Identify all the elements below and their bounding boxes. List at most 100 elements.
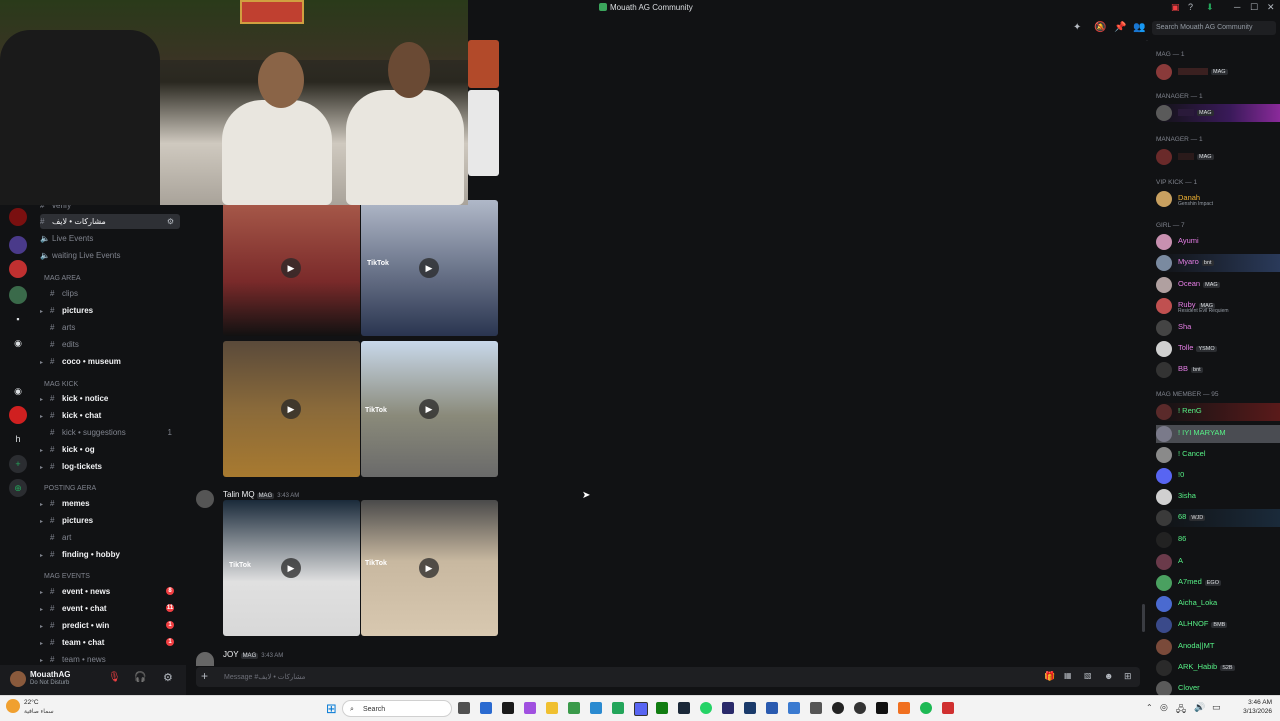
xbox-icon[interactable] [656,702,668,714]
obs-icon[interactable] [832,702,844,714]
server-icon[interactable] [9,286,27,304]
member-item[interactable]: Tolle YSMO [1156,340,1280,358]
settings-gear-icon[interactable]: ⚙ [167,214,174,229]
app-icon[interactable] [480,702,492,714]
app-icon[interactable] [876,702,888,714]
member-item[interactable]: Myaro bnt [1156,254,1280,272]
avatar[interactable] [10,671,26,687]
mute-bell-icon[interactable]: 🔕 [1094,22,1106,33]
member-item[interactable]: ! Cancel [1156,446,1280,464]
inbox-icon[interactable]: ▣ [1171,2,1180,13]
play-icon[interactable]: ▶ [419,558,439,578]
app-icon[interactable] [810,702,822,714]
member-item[interactable]: Ruby MAG Resident Evil Requiem [1156,297,1280,315]
video-attachment[interactable]: TikTok ▶ [361,200,498,336]
add-attachment-icon[interactable]: + [201,669,208,683]
category-header[interactable]: POSTING AERA [44,485,96,492]
play-icon[interactable]: ▶ [281,558,301,578]
message-author[interactable]: JOY MAG 3:43 AM [223,650,283,659]
channel-item[interactable]: ▸ # memes [40,496,180,511]
member-item[interactable]: Ayumi [1156,233,1280,251]
image-attachment[interactable] [468,90,499,176]
gift-icon[interactable]: 🎁 [1044,671,1055,682]
help-icon[interactable]: ? [1188,2,1193,12]
channel-item[interactable]: ▸ # event • news 8 [40,584,180,599]
download-icon[interactable]: ⬇ [1206,2,1214,13]
user-settings-icon[interactable]: ⚙ [163,671,173,684]
app-icon[interactable] [898,702,910,714]
play-icon[interactable]: ▶ [419,399,439,419]
member-item[interactable]: 68 WJD [1156,509,1280,527]
channel-item[interactable]: # edits [40,337,180,352]
app-icon[interactable] [788,702,800,714]
channel-item[interactable]: 🔈 waiting Live Events [40,248,180,263]
app-icon[interactable] [524,702,536,714]
channel-item[interactable]: ▸ # event • chat 11 [40,601,180,616]
channel-item[interactable]: ▸ # finding • hobby [40,547,180,562]
tray-icon[interactable]: ◎ [1160,702,1168,713]
video-attachment[interactable]: ▶ [223,341,360,477]
discord-icon[interactable] [634,702,648,716]
member-item[interactable]: ! RenG [1156,403,1280,421]
search-input[interactable]: Search Mouath AG Community [1152,21,1276,35]
channel-item[interactable]: ▸ # kick • notice [40,391,180,406]
channel-item[interactable]: ▸ # team • chat 1 [40,635,180,650]
channel-item[interactable]: ▸ # kick • og [40,442,180,457]
task-view-icon[interactable] [458,702,470,714]
server-icon[interactable] [9,236,27,254]
terminal-icon[interactable] [502,702,514,714]
start-icon[interactable]: ⊞ [326,701,337,717]
pin-icon[interactable]: 📌 [1114,22,1126,33]
clock-time[interactable]: 3:46 AM [1240,699,1272,706]
scrollbar-thumb[interactable] [1142,604,1145,632]
threads-icon[interactable]: ✦ [1073,22,1081,33]
steam-icon[interactable] [678,702,690,714]
category-header[interactable]: MAG EVENTS [44,573,90,580]
apps-icon[interactable]: ⊞ [1124,671,1132,682]
add-server-icon[interactable]: + [9,455,27,473]
edge-icon[interactable] [590,702,602,714]
sticker-icon[interactable]: ▧ [1084,671,1092,680]
member-item[interactable]: MAG [1156,63,1280,81]
channel-item[interactable]: ▸ # coco • museum [40,354,180,369]
close-button[interactable]: ✕ [1267,2,1275,13]
discover-icon[interactable]: ⊕ [9,479,27,497]
video-attachment[interactable]: TikTok ▶ [361,500,498,636]
channel-item[interactable]: ▸ # pictures [40,513,180,528]
channel-item[interactable]: # art [40,530,180,545]
emoji-icon[interactable]: ☻ [1104,671,1113,681]
member-item[interactable]: A [1156,553,1280,571]
member-item[interactable]: MAG [1156,148,1280,166]
channel-item[interactable]: # clips [40,286,180,301]
member-item[interactable]: ARK_Habib S2B [1156,659,1280,677]
play-icon[interactable]: ▶ [281,258,301,278]
tray-chevron-icon[interactable]: ⌃ [1146,703,1153,712]
photoshop-icon[interactable] [744,702,756,714]
server-icon[interactable] [9,208,27,226]
channel-item[interactable]: # arts [40,320,180,335]
channel-item[interactable]: # kick • suggestions 1 [40,425,180,440]
volume-icon[interactable]: 🔊 [1194,702,1205,713]
server-icon[interactable]: ▪ [9,310,27,328]
channel-item[interactable]: ▸ # kick • chat [40,408,180,423]
member-item[interactable]: A7med EGO [1156,574,1280,592]
server-icon[interactable]: h [9,430,27,448]
server-icon[interactable] [9,260,27,278]
message-composer[interactable]: + Message #مشاركات • لايف 🎁 ▦ ▧ ☻ ⊞ [196,667,1140,687]
member-item[interactable]: Sha [1156,319,1280,337]
eye-server-icon[interactable]: ◉ [9,334,27,352]
minimize-button[interactable]: ─ [1234,2,1240,12]
clock-date[interactable]: 3/13/2026 [1234,708,1272,715]
spotify-icon[interactable] [920,702,932,714]
app-icon[interactable] [854,702,866,714]
play-icon[interactable]: ▶ [281,399,301,419]
app-icon[interactable] [612,702,624,714]
whatsapp-icon[interactable] [700,702,712,714]
mute-mic-icon[interactable]: 🎙 [108,672,121,683]
video-attachment[interactable]: TikTok ▶ [361,341,498,477]
member-item[interactable]: 3isha [1156,488,1280,506]
channel-item[interactable]: ▸ # predict • win 1 [40,618,180,633]
member-item[interactable]: MAG [1156,104,1280,122]
gif-icon[interactable]: ▦ [1064,671,1072,680]
message-author[interactable]: Talin MQ MAG 3:43 AM [223,490,299,499]
